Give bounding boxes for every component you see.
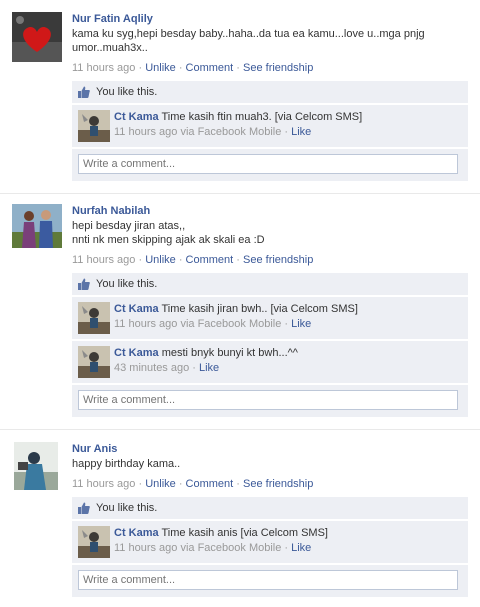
avatar[interactable] [12,204,62,248]
thumbs-up-icon [78,502,90,514]
post-time: 11 hours ago [72,62,136,74]
post-message: hepi besday jiran atas,, nnti nk men ski… [72,220,265,246]
likes-bar: You like this. [72,497,468,519]
comment-text: Time kasih anis [via Celcom SMS] [161,527,328,539]
likes-text: You like this. [96,502,158,514]
comment-time: 11 hours ago via Facebook Mobile [114,126,282,138]
avatar[interactable] [14,442,58,490]
post-time: 11 hours ago [72,478,136,490]
post-meta: 11 hours ago · Unlike · Comment · See fr… [72,478,314,490]
avatar[interactable] [12,12,62,62]
comment-item: Ct Kama Time kasih jiran bwh.. [via Celc… [72,297,468,339]
feedback-box: You like this. Ct Kama Time kasih anis [… [72,497,468,597]
comment-link[interactable]: Comment [186,254,234,266]
post-time: 11 hours ago [72,254,136,266]
comment-item: Ct Kama Time kasih anis [via Celcom SMS]… [72,521,468,563]
post-meta: 11 hours ago · Unlike · Comment · See fr… [72,254,314,266]
wall-post: Nurfah Nabilah hepi besday jiran atas,, … [0,194,480,426]
comment-time: 43 minutes ago [114,362,190,374]
comment-item: Ct Kama mesti bnyk bunyi kt bwh...^^ 43 … [72,341,468,383]
comment-link[interactable]: Comment [186,62,234,74]
post-meta: 11 hours ago · Unlike · Comment · See fr… [72,62,314,74]
feedback-box: You like this. Ct Kama Time kasih jiran … [72,273,468,417]
post-message: kama ku syg,hepi besday baby..haha..da t… [72,28,425,54]
wall-post: Nur Anis happy birthday kama.. 11 hours … [0,430,480,607]
post-message: happy birthday kama.. [72,458,181,470]
comment-like-link[interactable]: Like [291,126,311,138]
comment-avatar[interactable] [78,302,110,334]
write-comment-input[interactable] [78,154,458,174]
see-friendship-link[interactable]: See friendship [243,254,313,266]
write-comment-input[interactable] [78,570,458,590]
unlike-link[interactable]: Unlike [145,478,176,490]
comment-link[interactable]: Comment [186,478,234,490]
comment-avatar[interactable] [78,526,110,558]
see-friendship-link[interactable]: See friendship [243,62,313,74]
unlike-link[interactable]: Unlike [145,62,176,74]
write-comment-box [72,565,468,597]
write-comment-box [72,149,468,181]
comment-item: Ct Kama Time kasih ftin muah3. [via Celc… [72,105,468,147]
likes-text: You like this. [96,278,158,290]
comment-like-link[interactable]: Like [291,542,311,554]
comment-time: 11 hours ago via Facebook Mobile [114,318,282,330]
comment-author[interactable]: Ct Kama [114,303,159,315]
comment-like-link[interactable]: Like [291,318,311,330]
write-comment-input[interactable] [78,390,458,410]
comment-author[interactable]: Ct Kama [114,111,159,123]
likes-bar: You like this. [72,81,468,103]
post-author[interactable]: Nur Anis [72,442,468,456]
post-author[interactable]: Nur Fatin Aqlily [72,12,468,26]
comment-author[interactable]: Ct Kama [114,527,159,539]
post-author[interactable]: Nurfah Nabilah [72,204,468,218]
see-friendship-link[interactable]: See friendship [243,478,313,490]
likes-bar: You like this. [72,273,468,295]
unlike-link[interactable]: Unlike [145,254,176,266]
comment-avatar[interactable] [78,110,110,142]
thumbs-up-icon [78,278,90,290]
comment-avatar[interactable] [78,346,110,378]
wall-post: Nur Fatin Aqlily kama ku syg,hepi besday… [0,0,480,190]
comment-text: mesti bnyk bunyi kt bwh...^^ [161,347,298,359]
comment-author[interactable]: Ct Kama [114,347,159,359]
write-comment-box [72,385,468,417]
comment-time: 11 hours ago via Facebook Mobile [114,542,282,554]
thumbs-up-icon [78,86,90,98]
comment-text: Time kasih jiran bwh.. [via Celcom SMS] [161,303,358,315]
comment-text: Time kasih ftin muah3. [via Celcom SMS] [161,111,363,123]
likes-text: You like this. [96,86,158,98]
feedback-box: You like this. Ct Kama Time kasih ftin m… [72,81,468,181]
comment-like-link[interactable]: Like [199,362,219,374]
